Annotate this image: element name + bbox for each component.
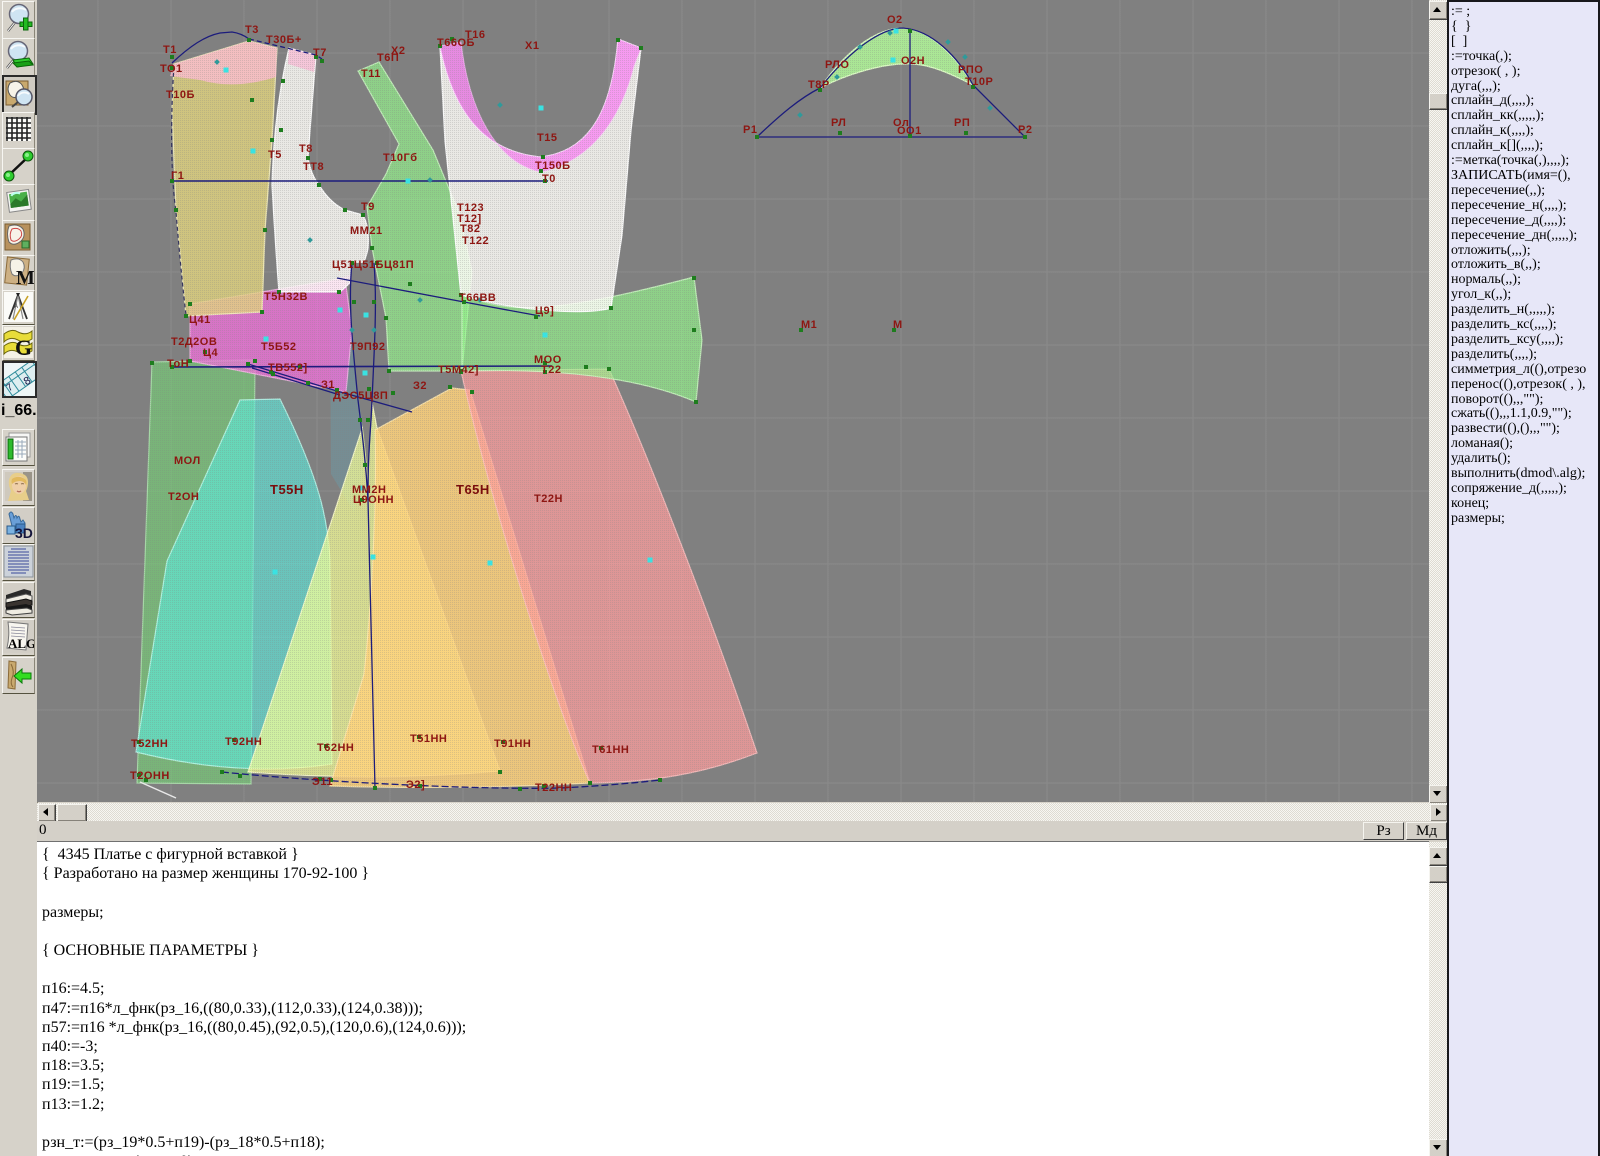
svg-text:РПО: РПО	[958, 64, 983, 76]
svg-text:Т30Б+: Т30Б+	[266, 34, 302, 46]
svg-text:Т1: Т1	[163, 44, 177, 56]
svg-text:Т8: Т8	[299, 143, 313, 155]
svg-text:Т2ОНН: Т2ОНН	[130, 770, 170, 782]
svg-text:Т52НН: Т52НН	[131, 738, 168, 750]
svg-text:ТоН: ТоН	[167, 358, 189, 370]
svg-text:О2Н: О2Н	[901, 55, 925, 67]
svg-text:РП: РП	[954, 117, 970, 129]
svg-text:Т66ОБ: Т66ОБ	[437, 37, 475, 49]
svg-text:Т62НН: Т62НН	[317, 742, 354, 754]
svg-text:Т66ВВ: Т66ВВ	[459, 292, 496, 304]
svg-text:G: G	[15, 335, 32, 359]
svg-text:ТО1: ТО1	[160, 63, 183, 75]
svg-text:Т22Н: Т22Н	[534, 493, 563, 505]
svg-text:Т10Р: Т10Р	[965, 76, 993, 88]
svg-text:ТВ552]: ТВ552]	[268, 362, 308, 374]
svg-text:ДЭС5Ц8П: ДЭС5Ц8П	[333, 390, 388, 402]
svg-text:Х2: Х2	[391, 45, 405, 57]
svg-text:Т22НН: Т22НН	[535, 782, 572, 794]
svg-text:Т9: Т9	[361, 201, 375, 213]
svg-text:МОЛ: МОЛ	[174, 455, 201, 467]
svg-text:Ц9]: Ц9]	[535, 305, 554, 317]
svg-text:Т9П92: Т9П92	[350, 341, 385, 353]
svg-text:Т5Б52: Т5Б52	[261, 341, 296, 353]
svg-text:Т5: Т5	[268, 149, 282, 161]
svg-text:Х1: Х1	[525, 40, 539, 52]
svg-text:Р2: Р2	[1018, 124, 1032, 136]
svg-text:M: M	[16, 267, 34, 289]
svg-text:Т22: Т22	[541, 364, 561, 376]
svg-text:Т15: Т15	[537, 132, 557, 144]
svg-text:Ц9ОНН: Ц9ОНН	[353, 494, 394, 506]
svg-text:Т150Б: Т150Б	[535, 160, 570, 172]
svg-text:М: М	[893, 319, 903, 331]
svg-text:ALG: ALG	[8, 636, 34, 651]
svg-text:М1: М1	[801, 319, 817, 331]
svg-text:Т65Н: Т65Н	[456, 482, 490, 497]
svg-text:Э11: Э11	[312, 776, 333, 788]
svg-text:Т82: Т82	[460, 223, 480, 235]
svg-text:Э2]: Э2]	[406, 779, 425, 791]
svg-text:РЛ: РЛ	[831, 117, 846, 129]
svg-text:Т91НН: Т91НН	[494, 738, 531, 750]
svg-text:Р1: Р1	[743, 124, 757, 136]
svg-text:Ц51Ц51БЦ81П: Ц51Ц51БЦ81П	[332, 259, 414, 271]
svg-text:Т51НН: Т51НН	[410, 733, 447, 745]
svg-text:Т122: Т122	[462, 235, 489, 247]
svg-text:Т11: Т11	[361, 68, 381, 80]
svg-text:ОО1: ОО1	[897, 125, 922, 137]
svg-text:Т92НН: Т92НН	[225, 736, 262, 748]
svg-text:Т8Р: Т8Р	[808, 79, 830, 91]
svg-text:ТТ8: ТТ8	[303, 161, 324, 173]
svg-text:Т2ОН: Т2ОН	[168, 491, 199, 503]
svg-text:О2: О2	[887, 14, 903, 26]
svg-text:РЛО: РЛО	[825, 59, 849, 71]
svg-text:Т55Н: Т55Н	[270, 482, 304, 497]
svg-text:Ц4: Ц4	[203, 347, 219, 359]
svg-text:Т61НН: Т61НН	[592, 744, 629, 756]
svg-text:Т7: Т7	[313, 47, 327, 59]
svg-text:3D: 3D	[15, 525, 33, 541]
svg-text:Ц41: Ц41	[189, 314, 211, 326]
svg-text:Т5М42]: Т5М42]	[438, 364, 479, 376]
svg-text:Т3: Т3	[245, 24, 259, 36]
svg-text:Т0: Т0	[542, 173, 556, 185]
svg-text:Т10Б: Т10Б	[166, 89, 195, 101]
svg-text:З2: З2	[413, 380, 427, 392]
svg-text:Т5Н32В: Т5Н32В	[264, 291, 308, 303]
svg-text:Т10Гб: Т10Гб	[383, 152, 418, 164]
svg-text:A: A	[14, 304, 18, 310]
svg-text:ММ21: ММ21	[350, 225, 383, 237]
svg-text:Г1: Г1	[171, 170, 184, 182]
